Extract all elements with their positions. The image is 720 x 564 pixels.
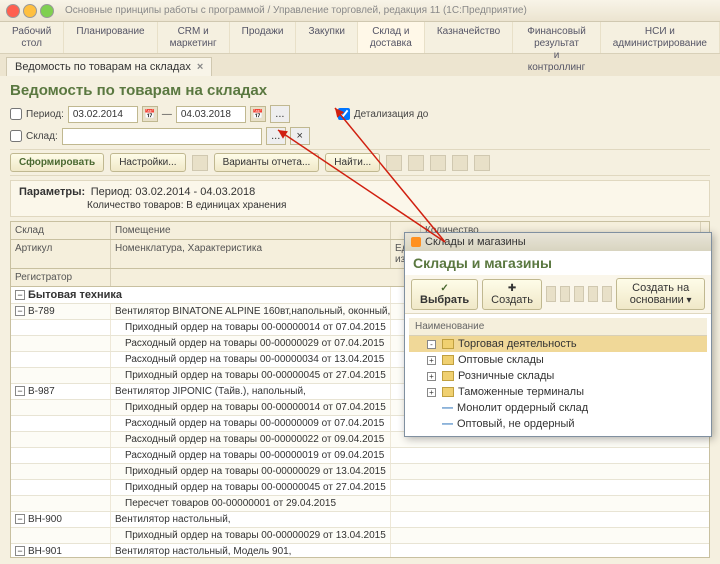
page-title: Ведомость по товарам на складах: [10, 82, 710, 99]
tree-item[interactable]: +Оптовые склады: [409, 352, 707, 368]
menu-item[interactable]: Склад и доставка: [358, 22, 425, 53]
folder-icon: [442, 371, 454, 381]
tab-bar: Ведомость по товарам на складах ×: [0, 54, 720, 76]
period-more[interactable]: ...: [270, 105, 290, 123]
tree-item[interactable]: +Таможенные терминалы: [409, 384, 707, 400]
tab-label: Ведомость по товарам на складах: [15, 61, 191, 73]
warehouses-popup: Склады и магазины Склады и магазины ✓ Вы…: [404, 232, 712, 437]
find-button[interactable]: Найти...: [325, 153, 380, 172]
menu-item[interactable]: Закупки: [296, 22, 357, 53]
tree-column-header[interactable]: Наименование: [409, 318, 707, 336]
col-sklad[interactable]: Склад: [11, 222, 111, 239]
folder-icon: [442, 355, 454, 365]
create-based-button[interactable]: Создать на основании ▾: [616, 278, 705, 310]
sklad-clear[interactable]: ×: [290, 127, 310, 145]
variants-button[interactable]: Варианты отчета...: [214, 153, 320, 172]
col-reg[interactable]: Регистратор: [11, 269, 111, 286]
date-from-input[interactable]: [68, 106, 138, 123]
table-row[interactable]: Приходный ордер на товары 00-00000029 от…: [11, 528, 709, 544]
parameters-block: Параметры: Период: 03.02.2014 - 04.03.20…: [10, 180, 710, 217]
search-icon[interactable]: [588, 286, 598, 302]
window-title: Основные принципы работы с программой / …: [65, 5, 527, 16]
save-icon[interactable]: [192, 155, 208, 171]
tab-report[interactable]: Ведомость по товарам на складах ×: [6, 57, 212, 76]
mail-icon[interactable]: [474, 155, 490, 171]
sklad-checkbox[interactable]: [10, 130, 22, 142]
main-menu: Рабочий столПланированиеCRM и маркетингП…: [0, 22, 720, 54]
menu-item[interactable]: Планирование: [64, 22, 157, 53]
col-artikul[interactable]: Артикул: [11, 240, 111, 268]
tree-item[interactable]: —Оптовый, не ордерный: [409, 416, 707, 432]
tree-item[interactable]: —Монолит ордерный склад: [409, 400, 707, 416]
create-button[interactable]: ✚ Создать: [482, 279, 542, 310]
tree-item[interactable]: -Торговая деятельность: [409, 336, 707, 352]
folder-icon[interactable]: [546, 286, 556, 302]
collapse-icon[interactable]: [408, 155, 424, 171]
detail-checkbox[interactable]: [338, 108, 350, 120]
folder-icon: [442, 339, 454, 349]
menu-item[interactable]: Финансовый результат и контроллинг: [513, 22, 601, 53]
calendar-icon[interactable]: 📅: [250, 106, 266, 122]
table-row[interactable]: Расходный ордер на товары 00-00000019 от…: [11, 448, 709, 464]
col-pomesh[interactable]: Помещение: [111, 222, 391, 239]
delete-icon[interactable]: [574, 286, 584, 302]
period-label: Период:: [26, 109, 64, 120]
sklad-input[interactable]: [62, 128, 262, 145]
toolbar: Сформировать Настройки... Варианты отчет…: [10, 149, 710, 176]
col-nomen[interactable]: Номенклатура, Характеристика: [111, 240, 391, 268]
popup-titlebar[interactable]: Склады и магазины: [405, 233, 711, 251]
calendar-icon[interactable]: 📅: [142, 106, 158, 122]
close-window[interactable]: [6, 4, 20, 18]
refresh-icon[interactable]: [602, 286, 612, 302]
detail-label: Детализация до: [354, 109, 429, 120]
print-icon[interactable]: [430, 155, 446, 171]
table-row[interactable]: Пересчет товаров 00-00000001 от 29.04.20…: [11, 496, 709, 512]
item-icon: —: [442, 402, 453, 414]
save-as-icon[interactable]: [452, 155, 468, 171]
menu-item[interactable]: НСИ и администрирование: [601, 22, 720, 53]
expand-icon[interactable]: [386, 155, 402, 171]
sklad-select[interactable]: ...: [266, 127, 286, 145]
select-button[interactable]: ✓ Выбрать: [411, 279, 478, 310]
tree-body[interactable]: -Торговая деятельность+Оптовые склады+Ро…: [409, 336, 707, 432]
period-checkbox[interactable]: [10, 108, 22, 120]
edit-icon[interactable]: [560, 286, 570, 302]
folder-icon: [442, 387, 454, 397]
item-icon: —: [442, 418, 453, 430]
titlebar: Основные принципы работы с программой / …: [0, 0, 720, 22]
menu-item[interactable]: Рабочий стол: [0, 22, 64, 53]
form-button[interactable]: Сформировать: [10, 153, 104, 172]
menu-item[interactable]: Казначейство: [425, 22, 513, 53]
table-row[interactable]: Приходный ордер на товары 00-00000045 от…: [11, 480, 709, 496]
tab-close-icon[interactable]: ×: [197, 61, 203, 73]
table-row[interactable]: −ВН-900Вентилятор настольный,: [11, 512, 709, 528]
minimize-window[interactable]: [23, 4, 37, 18]
table-row[interactable]: Приходный ордер на товары 00-00000029 от…: [11, 464, 709, 480]
sklad-label: Склад:: [26, 131, 58, 142]
table-row[interactable]: −ВН-901Вентилятор настольный, Модель 901…: [11, 544, 709, 557]
maximize-window[interactable]: [40, 4, 54, 18]
menu-item[interactable]: CRM и маркетинг: [158, 22, 230, 53]
popup-heading: Склады и магазины: [405, 251, 711, 275]
tree-item[interactable]: +Розничные склады: [409, 368, 707, 384]
menu-item[interactable]: Продажи: [230, 22, 297, 53]
date-to-input[interactable]: [176, 106, 246, 123]
settings-button[interactable]: Настройки...: [110, 153, 185, 172]
app-icon: [411, 237, 421, 247]
